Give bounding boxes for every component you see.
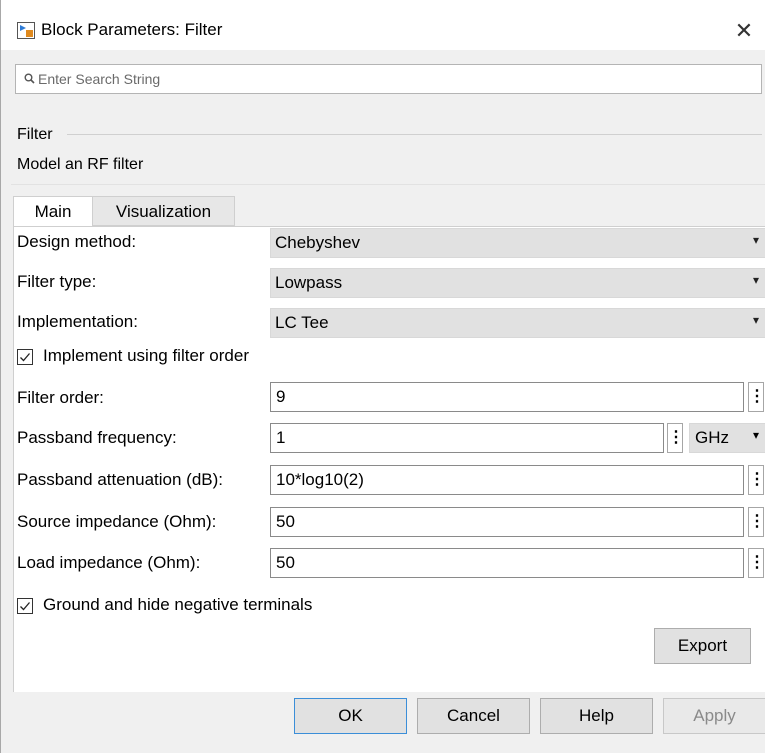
chevron-down-icon: ▾	[752, 428, 759, 442]
source-impedance-options-icon[interactable]: ⋮	[748, 507, 765, 537]
frequency-unit-value: GHz	[695, 428, 729, 447]
filter-type-select[interactable]: Lowpass ▾	[270, 268, 765, 298]
load-impedance-value: 50	[276, 553, 295, 572]
ground-hide-checkbox[interactable]	[17, 598, 33, 614]
implement-order-checkbox[interactable]	[17, 349, 33, 365]
search-icon	[24, 73, 35, 84]
section-divider	[67, 134, 762, 135]
ok-button[interactable]: OK	[294, 698, 407, 734]
filter-order-input[interactable]: 9	[270, 382, 744, 412]
implementation-label: Implementation:	[17, 312, 138, 331]
chevron-down-icon: ▾	[752, 273, 759, 287]
check-icon	[20, 602, 30, 611]
description-divider	[11, 184, 765, 185]
filter-order-value: 9	[276, 387, 286, 406]
filter-type-value: Lowpass	[275, 273, 343, 292]
tab-visualization[interactable]: Visualization	[93, 196, 235, 226]
design-method-label: Design method:	[17, 232, 137, 251]
implementation-value: LC Tee	[275, 313, 329, 332]
passband-attenuation-value: 10*log10(2)	[276, 470, 364, 489]
close-button[interactable]: ✕	[729, 16, 759, 46]
passband-attenuation-input[interactable]: 10*log10(2)	[270, 465, 744, 495]
simulink-block-icon	[17, 22, 35, 39]
window-title: Block Parameters: Filter	[41, 20, 223, 39]
export-button[interactable]: Export	[654, 628, 751, 664]
passband-attenuation-options-icon[interactable]: ⋮	[748, 465, 765, 495]
design-method-value: Chebyshev	[275, 233, 361, 252]
section-title: Filter	[17, 126, 53, 143]
chevron-down-icon: ▾	[752, 233, 759, 247]
implementation-select[interactable]: LC Tee ▾	[270, 308, 765, 338]
cancel-button[interactable]: Cancel	[417, 698, 530, 734]
filter-type-label: Filter type:	[17, 272, 97, 291]
source-impedance-label: Source impedance (Ohm):	[17, 512, 217, 531]
check-icon	[20, 353, 30, 362]
load-impedance-label: Load impedance (Ohm):	[17, 553, 201, 572]
source-impedance-value: 50	[276, 512, 295, 531]
passband-attenuation-label: Passband attenuation (dB):	[17, 470, 224, 489]
tab-main[interactable]: Main	[13, 196, 93, 227]
section-description: Model an RF filter	[17, 156, 144, 173]
design-method-select[interactable]: Chebyshev ▾	[270, 228, 765, 258]
source-impedance-input[interactable]: 50	[270, 507, 744, 537]
load-impedance-input[interactable]: 50	[270, 548, 744, 578]
frequency-unit-select[interactable]: GHz ▾	[689, 423, 765, 453]
load-impedance-options-icon[interactable]: ⋮	[748, 548, 765, 578]
search-placeholder: Enter Search String	[38, 71, 161, 87]
implement-order-label: Implement using filter order	[43, 346, 249, 365]
filter-order-options-icon[interactable]: ⋮	[748, 382, 765, 412]
filter-order-label: Filter order:	[17, 388, 104, 407]
passband-frequency-label: Passband frequency:	[17, 428, 177, 447]
search-input[interactable]: Enter Search String	[15, 64, 762, 94]
chevron-down-icon: ▾	[752, 313, 759, 327]
passband-frequency-value: 1	[276, 428, 286, 447]
dialog-window: Block Parameters: Filter ✕ Enter Search …	[0, 0, 765, 753]
help-button[interactable]: Help	[540, 698, 653, 734]
ground-hide-label: Ground and hide negative terminals	[43, 595, 313, 614]
passband-frequency-input[interactable]: 1	[270, 423, 664, 453]
apply-button[interactable]: Apply	[663, 698, 765, 734]
dialog-body: Enter Search String Filter Model an RF f…	[1, 50, 765, 753]
passband-frequency-options-icon[interactable]: ⋮	[667, 423, 684, 453]
